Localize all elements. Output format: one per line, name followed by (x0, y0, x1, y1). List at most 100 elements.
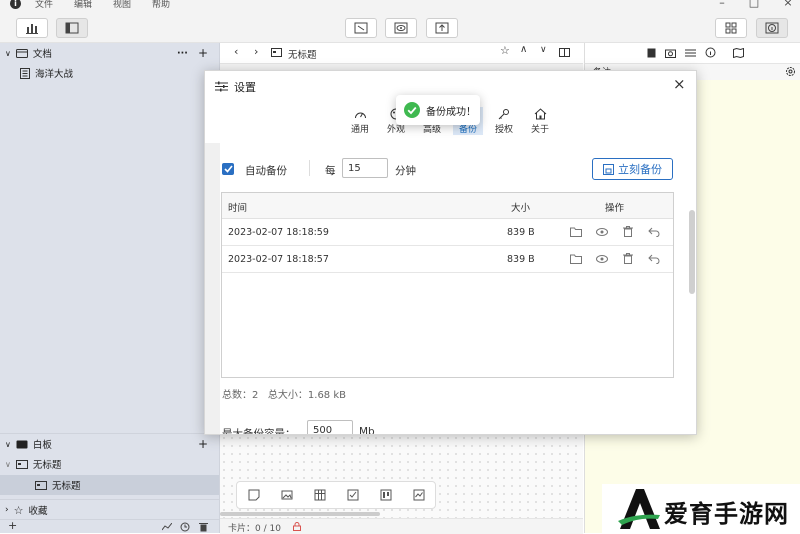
notebook-icon[interactable] (647, 48, 656, 58)
info-button[interactable] (756, 18, 788, 38)
preview-eye-icon[interactable] (596, 227, 608, 237)
watermark: 爱育手游网 (602, 484, 800, 533)
app-logo-icon: i (10, 0, 21, 9)
bar-chart-icon (26, 24, 38, 34)
backup-now-label: 立刻备份 (618, 163, 662, 176)
menu-edit[interactable]: 编辑 (74, 0, 92, 10)
minimize-icon[interactable]: – (714, 0, 730, 9)
tab-label: 通用 (350, 125, 369, 135)
col-header-time: 时间 (228, 203, 248, 214)
row-size: 839 B (507, 227, 535, 238)
row-time: 2023-02-07 18:18:57 (228, 254, 329, 265)
close-window-icon[interactable]: × (780, 0, 796, 9)
card-toolbar (236, 481, 436, 509)
max-capacity-label: 最大备份容量： (222, 428, 296, 435)
stats-button[interactable] (16, 18, 48, 38)
more-icon[interactable]: ··· (177, 48, 188, 59)
row-time: 2023-02-07 18:18:59 (228, 227, 329, 238)
chevron-right-icon[interactable]: › (5, 505, 9, 515)
sidebar-item-doc[interactable]: 海洋大战 (0, 63, 219, 83)
sidebar-section-label: 收藏 (28, 506, 48, 517)
check-icon (223, 165, 233, 173)
col-header-size: 大小 (511, 203, 531, 214)
kanban-icon[interactable] (379, 488, 393, 502)
gauge-icon (354, 112, 366, 118)
split-view-icon[interactable] (559, 48, 570, 57)
horizontal-scrollbar[interactable] (220, 512, 380, 516)
info-circle-icon[interactable] (705, 47, 716, 58)
list-icon[interactable] (685, 48, 696, 58)
backup-table: 时间 大小 操作 2023-02-07 18:18:59 839 B 2023-… (221, 192, 674, 378)
add-icon[interactable]: + (8, 519, 17, 532)
sidebar-item-whiteboard-child[interactable]: 无标题 (0, 475, 219, 495)
chevron-up-icon[interactable]: ∧ (520, 44, 527, 55)
board-icon (271, 48, 282, 57)
export-button[interactable] (426, 18, 458, 38)
image-icon[interactable] (280, 488, 294, 502)
chart-icon[interactable] (412, 488, 426, 502)
toolbar (0, 12, 800, 43)
toggle-sidebar-button[interactable] (56, 18, 88, 38)
menu-view[interactable]: 视图 (113, 0, 131, 10)
checkbox-icon[interactable] (346, 488, 360, 502)
lock-icon[interactable] (293, 522, 301, 531)
sticky-note-icon[interactable] (247, 488, 261, 502)
menu-file[interactable]: 文件 (35, 0, 53, 10)
table-icon[interactable] (313, 488, 327, 502)
expand-icon (354, 22, 368, 34)
tab-about[interactable]: 关于 (525, 107, 555, 135)
camera-icon[interactable] (665, 48, 676, 58)
chevron-down-icon[interactable]: ∨ (5, 460, 11, 469)
dialog-scrollbar[interactable] (689, 210, 695, 294)
success-check-icon (404, 102, 420, 118)
sidebar-section-whiteboard[interactable]: ∨ 白板 + (0, 433, 219, 454)
fullscreen-button[interactable] (345, 18, 377, 38)
layout-button[interactable] (715, 18, 747, 38)
trend-icon[interactable] (162, 523, 172, 531)
tab-license[interactable]: 授权 (489, 107, 519, 135)
auto-backup-checkbox[interactable] (222, 163, 234, 175)
max-capacity-unit: Mb (359, 426, 375, 435)
sidebar-item-label: 无标题 (52, 481, 81, 492)
preview-eye-icon[interactable] (596, 254, 608, 264)
sidebar-item-label: 无标题 (32, 460, 62, 471)
key-icon (498, 109, 509, 120)
tab-general[interactable]: 通用 (345, 107, 375, 135)
add-doc-icon[interactable]: + (198, 46, 208, 60)
trash-icon[interactable] (199, 522, 208, 532)
chevron-down-icon[interactable]: ∨ (540, 45, 547, 55)
sidebar-item-whiteboard[interactable]: ∨ 无标题 (0, 454, 219, 474)
map-icon[interactable] (733, 48, 744, 58)
star-icon[interactable]: ☆ (500, 44, 510, 57)
home-icon (534, 108, 546, 120)
gear-icon[interactable] (785, 66, 796, 77)
open-folder-icon[interactable] (570, 227, 582, 237)
sidebar-section-docs[interactable]: ∨ 文档 ··· + (0, 43, 219, 63)
add-whiteboard-icon[interactable]: + (198, 437, 208, 451)
restore-icon[interactable] (648, 227, 660, 237)
history-icon[interactable] (180, 522, 190, 532)
eye-icon (394, 22, 408, 34)
document-icon (20, 67, 30, 79)
watermark-text: 爱育手游网 (664, 500, 789, 528)
board-icon (35, 480, 47, 490)
back-icon[interactable]: ‹ (234, 45, 238, 58)
chevron-down-icon[interactable]: ∨ (5, 440, 11, 449)
open-folder-icon[interactable] (570, 254, 582, 264)
delete-icon[interactable] (623, 226, 633, 237)
chevron-down-icon[interactable]: ∨ (5, 49, 11, 58)
menu-help[interactable]: 帮助 (152, 0, 170, 10)
forward-icon[interactable]: › (254, 45, 258, 58)
table-header: 时间 大小 操作 (222, 193, 673, 219)
interval-input[interactable]: 15 (342, 158, 388, 178)
restore-icon[interactable] (648, 254, 660, 264)
dialog-close-icon[interactable]: × (673, 75, 686, 93)
maximize-icon[interactable]: □ (746, 0, 762, 9)
tab-label: 授权 (494, 125, 513, 135)
delete-icon[interactable] (623, 253, 633, 264)
preview-button[interactable] (385, 18, 417, 38)
backup-now-button[interactable]: 立刻备份 (592, 158, 673, 180)
max-capacity-input[interactable]: 500 (307, 420, 353, 434)
sidebar-item-label: 海洋大战 (35, 69, 74, 80)
sidebar-section-favorites[interactable]: › ☆ 收藏 (0, 499, 219, 520)
